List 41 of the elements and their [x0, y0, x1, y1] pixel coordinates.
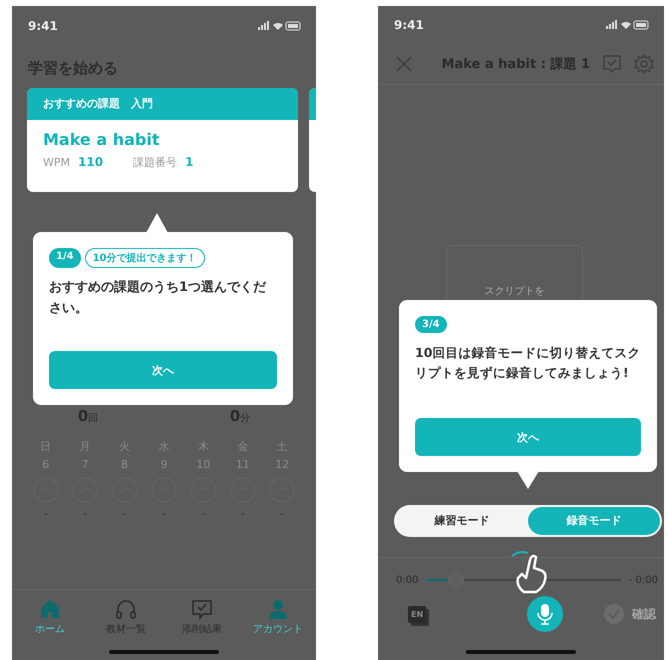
- seek-thumb[interactable]: [448, 572, 464, 588]
- mode-option[interactable]: 録音モード: [528, 506, 660, 536]
- tutorial-message: 10回目は録音モードに切り替えてスクリプトを見ずに録音してみましょう!: [415, 344, 641, 382]
- stat-label: 課題番号: [133, 155, 178, 170]
- tab-item[interactable]: アカウント: [248, 598, 308, 636]
- microphone-icon: [537, 603, 554, 626]
- stat-label: WPM: [43, 156, 70, 169]
- time-tag: 10分で提出できます！: [84, 248, 204, 268]
- mode-option[interactable]: 練習モード: [396, 506, 528, 536]
- day-count: -: [162, 507, 166, 520]
- day-count: -: [122, 507, 127, 520]
- person-icon: [267, 598, 289, 620]
- home-icon: [39, 598, 61, 620]
- card-header: おすすめの課題 入門: [27, 88, 298, 120]
- script-placeholder: スクリプトを: [484, 284, 544, 300]
- settings-icon[interactable]: [634, 54, 654, 74]
- stat-value: 110: [78, 155, 104, 169]
- day-count: -: [240, 507, 245, 520]
- next-button[interactable]: 次へ: [415, 418, 641, 456]
- day-count: -: [44, 507, 48, 520]
- stat-value: 1: [185, 155, 194, 169]
- card-title: Make a habit: [43, 130, 160, 149]
- chat-check-icon: [191, 598, 213, 620]
- day-count: -: [201, 507, 206, 520]
- tab-item[interactable]: ホーム: [20, 598, 80, 636]
- status-icons: [258, 21, 302, 31]
- chat-check-icon[interactable]: [602, 54, 622, 74]
- step-badge: 1/4: [49, 248, 81, 268]
- day-count: -: [280, 507, 284, 520]
- day-count: -: [83, 507, 88, 520]
- record-button[interactable]: [527, 596, 564, 632]
- language-badge[interactable]: EN: [408, 606, 426, 623]
- recommended-card[interactable]: おすすめの課題 入門 Make a habit WPM 110 課題番号 1: [27, 88, 298, 192]
- next-button[interactable]: 次へ: [49, 351, 277, 389]
- status-icons: [606, 20, 650, 30]
- status-time: 9:41: [28, 19, 58, 33]
- tutorial-message: おすすめの課題のうち1つ選んでください。: [49, 279, 268, 318]
- step-badge: 3/4: [415, 316, 447, 333]
- status-time: 9:41: [394, 18, 424, 32]
- close-icon[interactable]: [396, 56, 412, 72]
- headphones-icon: [115, 598, 137, 620]
